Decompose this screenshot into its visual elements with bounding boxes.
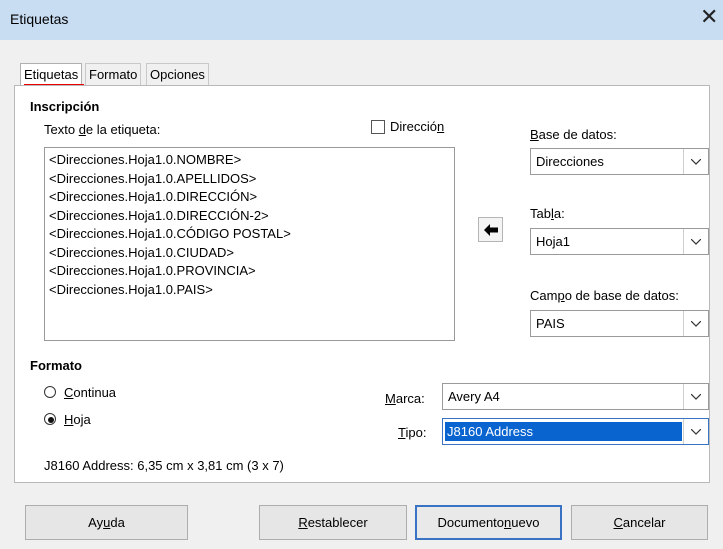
window-title: Etiquetas <box>10 11 69 27</box>
continua-radio-label[interactable]: Continua <box>64 385 116 400</box>
tab-opciones[interactable]: Opciones <box>146 63 209 86</box>
field-select-value: PAIS <box>536 316 565 331</box>
database-select-value: Direcciones <box>536 154 604 169</box>
tab-formato[interactable]: Formato <box>85 63 142 86</box>
tipo-label: Tipo: <box>398 425 427 440</box>
label-line: <Direcciones.Hoja1.0.PAIS> <box>49 281 213 297</box>
label-text-label: Texto de la etiqueta: <box>44 122 161 137</box>
hoja-radio-label[interactable]: Hoja <box>64 412 91 427</box>
label-line: <Direcciones.Hoja1.0.PROVINCIA> <box>49 263 256 278</box>
close-icon[interactable]: ✕ <box>700 6 718 28</box>
hoja-radio[interactable] <box>44 413 56 425</box>
chevron-down-icon <box>683 384 708 409</box>
label-line: <Direcciones.Hoja1.0.NOMBRE> <box>49 152 242 167</box>
label-line: <Direcciones.Hoja1.0.CIUDAD> <box>49 244 234 260</box>
reset-button[interactable]: Restablecer <box>259 505 407 540</box>
database-label: Base de datos: <box>530 127 617 142</box>
table-select-value: Hoja1 <box>536 234 570 249</box>
chevron-down-icon <box>683 149 708 174</box>
section-formato-heading: Formato <box>30 358 82 373</box>
field-label: Campo de base de datos: <box>530 288 679 303</box>
arrow-left-icon <box>483 223 498 236</box>
tab-etiquetas[interactable]: Etiquetas <box>20 63 83 86</box>
continua-radio[interactable] <box>44 386 56 398</box>
table-label: Tabla: <box>530 206 565 221</box>
cancel-button[interactable]: Cancelar <box>571 505 708 540</box>
table-select[interactable]: Hoja1 <box>530 228 709 255</box>
label-line: <Direcciones.Hoja1.0.CÓDIGO POSTAL> <box>49 226 291 241</box>
chevron-down-icon <box>683 419 708 444</box>
field-select[interactable]: PAIS <box>530 310 709 337</box>
chevron-down-icon <box>683 311 708 336</box>
direccion-checkbox[interactable] <box>371 120 385 134</box>
marca-select-value: Avery A4 <box>448 389 500 404</box>
label-format-info: J8160 Address: 6,35 cm x 3,81 cm (3 x 7) <box>44 458 284 473</box>
insert-field-button[interactable] <box>478 217 503 242</box>
tipo-select[interactable]: J8160 Address <box>442 418 709 445</box>
section-inscripcion-heading: Inscripción <box>30 99 100 114</box>
database-select[interactable]: Direcciones <box>530 148 709 175</box>
help-button[interactable]: Ay u da <box>25 505 188 540</box>
label-line: <Direcciones.Hoja1.0.DIRECCIÓN> <box>49 189 258 204</box>
marca-label: Marca: <box>385 391 425 406</box>
chevron-down-icon <box>683 229 708 254</box>
label-text-area[interactable]: <Direcciones.Hoja1.0.NOMBRE> <Direccione… <box>44 147 455 341</box>
label-line: <Direcciones.Hoja1.0.APELLIDOS> <box>49 170 257 186</box>
marca-select[interactable]: Avery A4 <box>442 383 709 410</box>
new-document-button[interactable]: Documento n uevo <box>415 505 562 540</box>
label-line: <Direcciones.Hoja1.0.DIRECCIÓN-2> <box>49 207 269 223</box>
title-bar <box>0 0 723 40</box>
tipo-select-value: J8160 Address <box>445 422 682 441</box>
direccion-checkbox-label[interactable]: Dirección <box>390 119 444 134</box>
